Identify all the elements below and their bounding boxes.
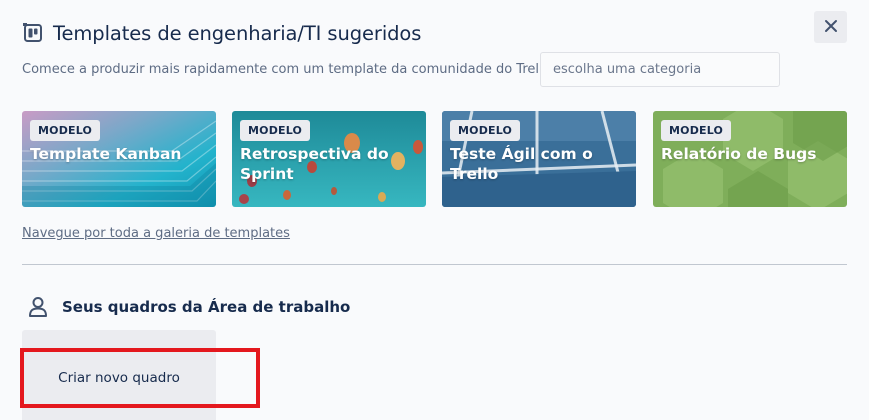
template-board-icon: [22, 22, 44, 44]
template-card-retrospective[interactable]: MODELO Retrospectiva do Sprint: [232, 111, 426, 207]
create-board-tile[interactable]: Criar novo quadro: [22, 330, 216, 420]
close-icon: [824, 18, 838, 37]
template-badge: MODELO: [30, 120, 101, 141]
close-button[interactable]: [814, 11, 847, 43]
template-card-kanban[interactable]: MODELO Template Kanban: [22, 111, 216, 207]
create-board-label: Criar novo quadro: [58, 370, 180, 386]
template-name: Template Kanban: [30, 145, 182, 163]
template-name: Retrospectiva do Sprint: [240, 145, 389, 183]
section-divider: [22, 264, 847, 265]
template-card-bug-report[interactable]: MODELO Relatório de Bugs: [653, 111, 847, 207]
template-card-agile-test[interactable]: MODELO Teste Ágil com o Trello: [442, 111, 636, 207]
dialog-subtitle-row: Comece a produzir mais rapidamente com u…: [22, 52, 571, 86]
category-search-input[interactable]: [540, 52, 780, 87]
workspace-heading-row: Seus quadros da Área de trabalho: [26, 294, 350, 320]
person-icon: [26, 295, 50, 319]
template-badge: MODELO: [661, 120, 732, 141]
workspace-heading: Seus quadros da Área de trabalho: [62, 298, 351, 316]
template-badge: MODELO: [240, 120, 311, 141]
dialog-header: Templates de engenharia/TI sugeridos: [22, 20, 421, 46]
gallery-link[interactable]: Navegue por toda a galeria de templates: [22, 226, 290, 241]
template-badge: MODELO: [450, 120, 521, 141]
dialog-title: Templates de engenharia/TI sugeridos: [53, 21, 422, 45]
template-name: Relatório de Bugs: [661, 145, 817, 163]
template-name: Teste Ágil com o Trello: [450, 145, 593, 183]
dialog-subtitle: Comece a produzir mais rapidamente com u…: [22, 61, 571, 77]
